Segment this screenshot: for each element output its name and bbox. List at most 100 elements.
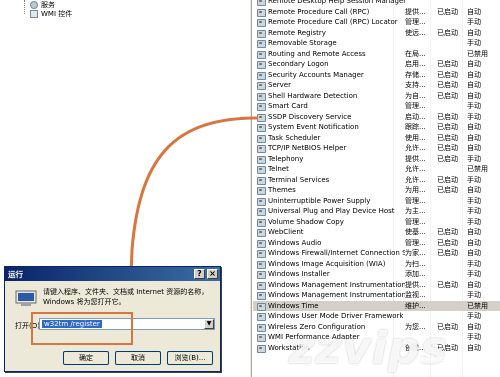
service-gear-icon [257, 281, 266, 290]
service-desc: 管理... [405, 102, 426, 111]
service-startup: 手动 [467, 196, 481, 205]
service-name: Telnet [268, 165, 289, 174]
service-startup: 手动 [467, 39, 481, 48]
service-row[interactable]: Secondary Logon 启用... 已启动 自动 [253, 59, 500, 70]
service-startup: 手动 [467, 291, 481, 300]
service-desc: 跟踪... [405, 123, 426, 132]
service-row[interactable]: Terminal Services 允许... 已启动 手动 [253, 175, 500, 186]
service-name: Shell Hardware Detection [268, 91, 358, 100]
service-row[interactable]: Volume Shadow Copy 管理... 手动 [253, 217, 500, 228]
service-name: Windows Firewall/Internet Connection Sha… [268, 249, 405, 258]
service-name: Telephony [268, 154, 304, 163]
close-button[interactable]: × [207, 269, 218, 279]
service-gear-icon [257, 92, 266, 101]
service-row[interactable]: Remote Procedure Call (RPC) Locator 管理...… [253, 17, 500, 28]
service-status: 已启动 [437, 280, 458, 289]
service-gear-icon [257, 165, 266, 175]
service-row[interactable]: Remote Procedure Call (RPC) 提供... 已启动 自动 [253, 7, 500, 18]
cancel-button[interactable]: 取消 [115, 351, 161, 365]
service-startup: 自动 [467, 81, 481, 90]
service-row[interactable]: Uninterruptible Power Supply 管理... 手动 [253, 196, 500, 207]
service-startup: 手动 [467, 112, 481, 121]
service-status: 已启动 [437, 81, 458, 90]
service-row[interactable]: Windows Management Instrumentation 提供... 已… [253, 280, 500, 291]
service-row[interactable]: Windows Time 维护... 已禁用 [253, 300, 500, 311]
service-row[interactable]: Removable Storage 手动 [253, 38, 500, 49]
service-gear-icon [257, 344, 266, 353]
pane-splitter[interactable] [249, 0, 252, 377]
service-startup: 自动 [467, 186, 481, 195]
service-startup: 手动 [467, 217, 481, 226]
service-row[interactable]: Server 支持... 已启动 自动 [253, 80, 500, 91]
service-name: Server [268, 81, 291, 90]
service-desc: 存储... [405, 70, 426, 79]
service-desc: 使用... [405, 133, 426, 142]
service-row[interactable]: Remote Registry 使远... 已启动 自动 [253, 28, 500, 39]
service-startup: 自动 [467, 144, 481, 153]
service-gear-icon [257, 39, 266, 49]
service-gear-icon [257, 323, 266, 332]
service-name: Uninterruptible Power Supply [268, 196, 371, 205]
service-status: 已启动 [437, 70, 458, 79]
service-row[interactable]: Universal Plug and Play Device Host 为主...… [253, 206, 500, 217]
service-status: 已启动 [437, 28, 458, 37]
run-dialog-title: 运行 [8, 269, 23, 279]
service-startup: 手动 [467, 154, 481, 163]
service-startup: 已禁用 [467, 301, 488, 310]
service-gear-icon [257, 81, 266, 91]
service-desc: 为自... [405, 91, 426, 100]
service-gear-icon [257, 239, 266, 248]
service-row[interactable]: Windows Management Instrumentation Dri..… [253, 290, 500, 301]
service-startup: 自动 [467, 133, 481, 142]
service-startup: 自动 [467, 70, 481, 79]
run-icon [15, 290, 37, 306]
run-dialog-message: 请键入程序、文件夹、文档或 Internet 资源的名称，Windows 将为您… [43, 288, 209, 306]
service-row[interactable]: SSDP Discovery Service 启动... 已启动 手动 [253, 112, 500, 123]
service-row[interactable]: Routing and Remote Access 在局... 已禁用 [253, 49, 500, 60]
service-gear-icon [257, 71, 266, 80]
service-row[interactable]: Windows Installer 添加... 手动 [253, 269, 500, 280]
browse-button[interactable]: 浏览(B)... [167, 351, 213, 365]
service-name: Remote Registry [268, 28, 326, 37]
service-row[interactable]: Windows User Mode Driver Framework 手动 [253, 311, 500, 322]
service-status: 已启动 [437, 249, 458, 258]
service-row[interactable]: System Event Notification 跟踪... 已启动 自动 [253, 122, 500, 133]
service-name: Remote Procedure Call (RPC) Locator [268, 18, 398, 27]
service-startup: 自动 [467, 238, 481, 247]
service-startup: 手动 [467, 18, 481, 27]
service-row[interactable]: Windows Audio 管理... 已启动 自动 [253, 238, 500, 249]
service-row[interactable]: Windows Firewall/Internet Connection Sha… [253, 248, 500, 259]
service-name: Terminal Services [268, 175, 330, 184]
service-row[interactable]: Telephony 提供... 已启动 手动 [253, 154, 500, 165]
ok-button[interactable]: 确定 [63, 351, 109, 365]
run-dialog-titlebar[interactable]: 运行 ? × [5, 267, 220, 281]
service-gear-icon [257, 312, 266, 322]
service-status: 已启动 [437, 7, 458, 16]
service-name: Routing and Remote Access [268, 49, 366, 58]
service-row[interactable]: WebClient 使基... 已启动 自动 [253, 227, 500, 238]
service-desc: 为用... [405, 186, 426, 195]
service-row[interactable]: Security Accounts Manager 存储... 已启动 自动 [253, 70, 500, 81]
service-name: WebClient [268, 228, 304, 237]
services-list[interactable]: Remote Desktop Help Session Manager Remot… [253, 0, 500, 377]
service-desc: 在局... [405, 49, 426, 58]
service-name: Universal Plug and Play Device Host [268, 207, 395, 216]
service-desc: 启用... [405, 60, 426, 69]
tree-item-wmi[interactable]: WMI 控件 [30, 9, 72, 19]
watermark: zzvips www.zzvips.com [289, 323, 500, 377]
service-row[interactable]: Shell Hardware Detection 为自... 已启动 自动 [253, 91, 500, 102]
service-startup: 已禁用 [467, 49, 488, 58]
service-row[interactable]: Task Scheduler 使用... 已启动 自动 [253, 133, 500, 144]
service-row[interactable]: Windows Image Acquisition (WIA) 为扫... 手动 [253, 259, 500, 270]
service-gear-icon [257, 155, 266, 164]
chevron-down-icon[interactable]: ▼ [204, 319, 214, 329]
tree-item-label: WMI 控件 [41, 10, 73, 18]
service-row[interactable]: TCP/IP NetBIOS Helper 允许... 已启动 自动 [253, 143, 500, 154]
service-gear-icon [257, 50, 266, 59]
service-row[interactable]: Smart Card 管理... 手动 [253, 101, 500, 112]
service-status: 已启动 [437, 133, 458, 142]
service-row[interactable]: Telnet 允许... 已禁用 [253, 164, 500, 175]
service-row[interactable]: Themes 为用... 已启动 自动 [253, 185, 500, 196]
help-button[interactable]: ? [194, 269, 205, 279]
service-name: Windows Management Instrumentation [268, 280, 405, 289]
